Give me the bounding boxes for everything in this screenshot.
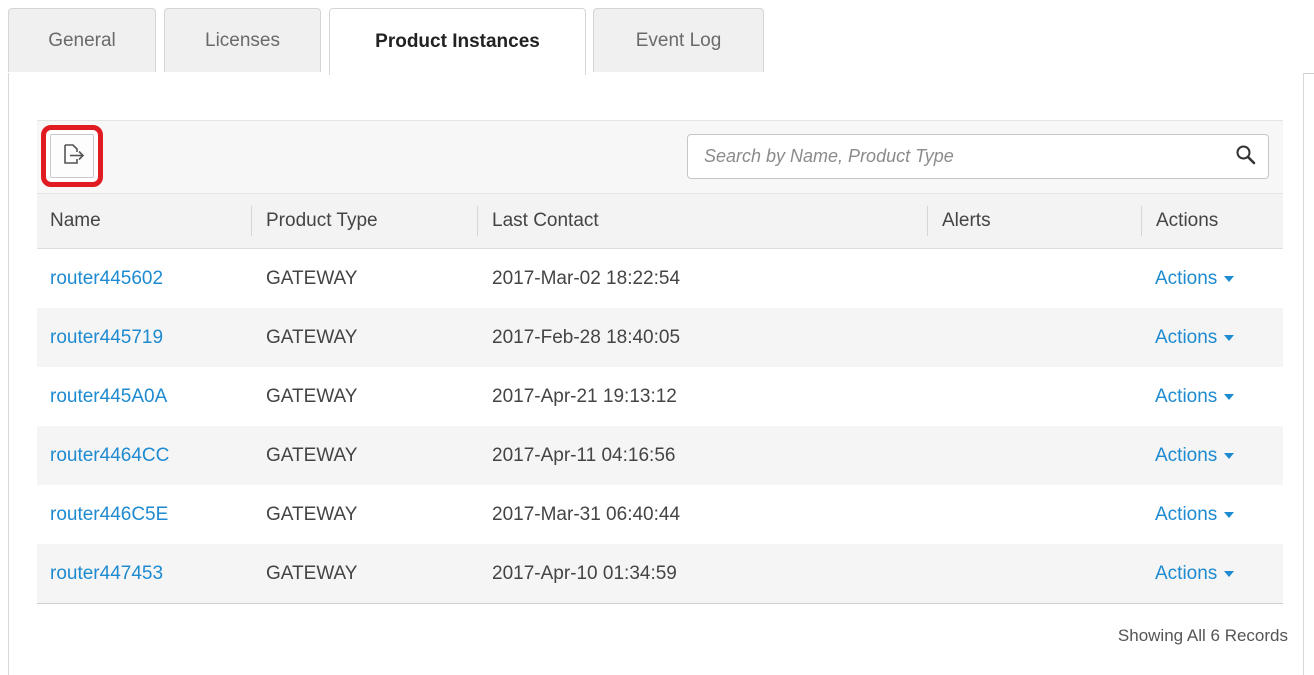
last-contact-cell: 2017-Apr-10 01:34:59 (492, 562, 677, 584)
last-contact-cell: 2017-Apr-11 04:16:56 (492, 444, 676, 466)
column-header-last-contact[interactable]: Last Contact (492, 194, 599, 248)
column-divider (927, 206, 928, 236)
actions-dropdown[interactable]: Actions (1155, 308, 1235, 367)
caret-down-icon (1224, 334, 1235, 341)
instance-name-link[interactable]: router4464CC (50, 426, 169, 485)
product-type-cell: GATEWAY (266, 267, 358, 289)
table-row: router445A0A GATEWAY 2017-Apr-21 19:13:1… (37, 367, 1283, 426)
table-row: router445719 GATEWAY 2017-Feb-28 18:40:0… (37, 308, 1283, 367)
product-type-cell: GATEWAY (266, 503, 358, 525)
last-contact-cell: 2017-Mar-31 06:40:44 (492, 503, 681, 525)
column-header-product-type[interactable]: Product Type (266, 194, 378, 248)
actions-label: Actions (1155, 562, 1218, 584)
tab-bar: General Licenses Product Instances Event… (8, 8, 1314, 75)
search-icon[interactable] (1234, 143, 1258, 167)
tab-general[interactable]: General (8, 8, 156, 72)
tab-event-log[interactable]: Event Log (593, 8, 764, 72)
export-button[interactable] (41, 125, 103, 187)
instance-name-link[interactable]: router445719 (50, 308, 163, 367)
column-header-actions: Actions (1156, 210, 1219, 231)
actions-label: Actions (1155, 326, 1218, 348)
caret-down-icon (1224, 452, 1235, 459)
last-contact-cell: 2017-Feb-28 18:40:05 (492, 326, 681, 348)
table-toolbar (37, 120, 1283, 194)
table-row: router446C5E GATEWAY 2017-Mar-31 06:40:4… (37, 485, 1283, 544)
tab-licenses[interactable]: Licenses (164, 8, 321, 72)
last-contact-cell: 2017-Mar-02 18:22:54 (492, 267, 681, 289)
actions-label: Actions (1155, 267, 1218, 289)
caret-down-icon (1224, 275, 1235, 282)
caret-down-icon (1224, 570, 1235, 577)
product-type-cell: GATEWAY (266, 444, 358, 466)
search-input[interactable] (688, 135, 1228, 178)
actions-dropdown[interactable]: Actions (1155, 426, 1235, 485)
actions-dropdown[interactable]: Actions (1155, 544, 1235, 603)
actions-dropdown[interactable]: Actions (1155, 485, 1235, 544)
column-divider (1141, 206, 1142, 236)
export-button-face[interactable] (50, 134, 94, 178)
actions-label: Actions (1155, 385, 1218, 407)
caret-down-icon (1224, 393, 1235, 400)
product-type-cell: GATEWAY (266, 326, 358, 348)
column-divider (251, 206, 252, 236)
instance-name-link[interactable]: router446C5E (50, 485, 168, 544)
actions-dropdown[interactable]: Actions (1155, 367, 1235, 426)
product-type-cell: GATEWAY (266, 562, 358, 584)
table-row: router447453 GATEWAY 2017-Apr-10 01:34:5… (37, 544, 1283, 603)
table-row: router4464CC GATEWAY 2017-Apr-11 04:16:5… (37, 426, 1283, 485)
column-header-alerts[interactable]: Alerts (942, 194, 991, 248)
column-header-name[interactable]: Name (50, 194, 101, 248)
actions-label: Actions (1155, 444, 1218, 466)
caret-down-icon (1224, 511, 1235, 518)
column-divider (477, 206, 478, 236)
actions-dropdown[interactable]: Actions (1155, 249, 1235, 308)
instance-name-link[interactable]: router447453 (50, 544, 163, 603)
product-type-cell: GATEWAY (266, 385, 358, 407)
product-instances-table: Name Product Type Last Contact Alerts Ac… (37, 194, 1283, 604)
table-row: router445602 GATEWAY 2017-Mar-02 18:22:5… (37, 249, 1283, 308)
instance-name-link[interactable]: router445602 (50, 249, 163, 308)
records-count: Showing All 6 Records (1117, 626, 1288, 645)
export-icon (58, 140, 86, 173)
last-contact-cell: 2017-Apr-21 19:13:12 (492, 385, 677, 407)
tab-product-instances[interactable]: Product Instances (329, 8, 586, 75)
actions-label: Actions (1155, 503, 1218, 525)
product-instances-panel: Name Product Type Last Contact Alerts Ac… (8, 73, 1304, 675)
instance-name-link[interactable]: router445A0A (50, 367, 167, 426)
table-header: Name Product Type Last Contact Alerts Ac… (37, 194, 1283, 249)
search-box (687, 134, 1269, 179)
table-bottom-border (37, 603, 1283, 604)
